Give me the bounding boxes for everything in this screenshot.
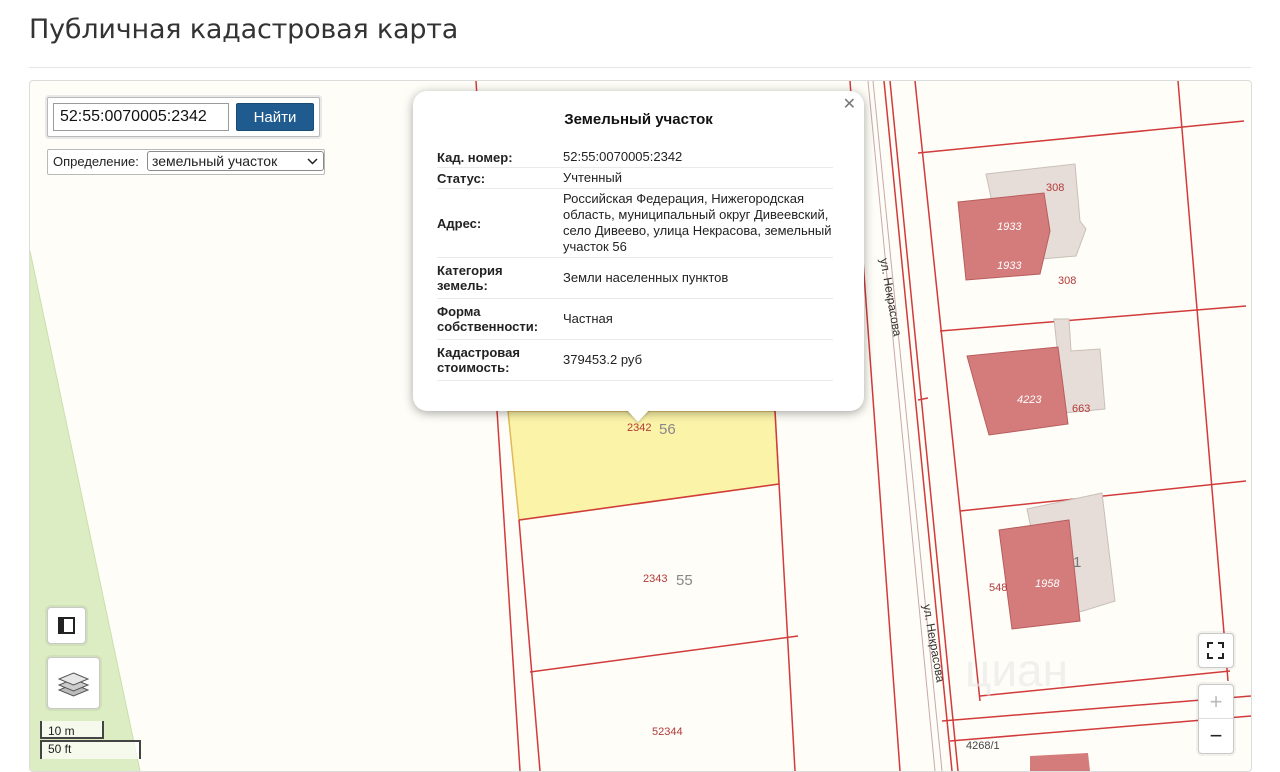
building-308-a: 308 bbox=[1046, 182, 1064, 194]
parcel-2342-code: 2342 bbox=[627, 422, 651, 434]
popup-title: Земельный участок bbox=[564, 111, 713, 128]
info-key: Уточненная bbox=[437, 380, 559, 395]
building-1: 1 bbox=[1073, 554, 1081, 571]
parcel-2343-number: 55 bbox=[676, 572, 693, 589]
fullscreen-icon bbox=[1207, 642, 1224, 664]
info-value: Земли населенных пунктов bbox=[559, 257, 833, 299]
parcel-2344-code: 52344 bbox=[652, 726, 683, 738]
table-row: Адрес: Российская Федерация, Нижегородск… bbox=[437, 188, 833, 258]
info-key: Форма собственности: bbox=[437, 298, 559, 340]
measure-button[interactable] bbox=[47, 607, 86, 644]
table-row: Статус: Учтенный bbox=[437, 167, 833, 189]
definition-panel: Определение: земельный участок bbox=[47, 149, 325, 175]
building-1958: 1958 bbox=[1035, 578, 1060, 590]
building-group-1958 bbox=[998, 492, 1116, 630]
popup-scroll-area[interactable]: Кад. номер: 52:55:0070005:2342 Статус: У… bbox=[437, 147, 833, 395]
fullscreen-button[interactable] bbox=[1198, 633, 1234, 668]
info-key: Кад. номер: bbox=[437, 147, 559, 168]
info-key: Кадастровая стоимость: bbox=[437, 339, 559, 381]
building-group-308 bbox=[957, 163, 1087, 281]
layers-icon bbox=[57, 670, 90, 703]
table-row: Кад. номер: 52:55:0070005:2342 bbox=[437, 147, 833, 168]
building-548: 548 bbox=[989, 582, 1007, 594]
definition-selected-value: земельный участок bbox=[152, 153, 278, 169]
zoom-control: + − bbox=[1198, 684, 1234, 754]
building-308-b: 308 bbox=[1058, 275, 1076, 287]
info-key: Категория земель: bbox=[437, 257, 559, 299]
table-row: Форма собственности: Частная bbox=[437, 298, 833, 340]
building-1933-a: 1933 bbox=[997, 221, 1022, 233]
find-button[interactable]: Найти bbox=[236, 103, 314, 131]
parcel-2343-code: 2343 bbox=[643, 573, 667, 585]
info-key: Статус: bbox=[437, 167, 559, 189]
title-divider bbox=[29, 67, 1251, 68]
map-container[interactable]: 2342 56 2343 55 52344 1933 1933 308 308 … bbox=[29, 80, 1252, 772]
info-value: 379453.2 руб bbox=[559, 339, 833, 381]
definition-select[interactable]: земельный участок bbox=[147, 151, 324, 171]
ruler-icon bbox=[57, 616, 76, 640]
street-label-1: ул. Некрасова bbox=[877, 257, 905, 338]
info-value: Российская Федерация, Нижегородская обла… bbox=[559, 188, 833, 258]
building-663: 663 bbox=[1072, 403, 1090, 415]
table-row: Кадастровая стоимость: 379453.2 руб bbox=[437, 339, 833, 381]
page-title: Публичная кадастровая карта bbox=[29, 14, 459, 45]
street-label-2: ул. Некрасова bbox=[920, 603, 948, 684]
definition-label: Определение: bbox=[53, 154, 139, 169]
table-row: Уточненная 800 кв.м bbox=[437, 380, 833, 395]
popup-pointer bbox=[626, 409, 650, 422]
building-1933-b: 1933 bbox=[997, 260, 1022, 272]
layers-button[interactable] bbox=[47, 657, 100, 709]
building-4223: 4223 bbox=[1017, 394, 1042, 406]
info-key: Адрес: bbox=[437, 188, 559, 258]
cadastral-search-input[interactable] bbox=[53, 103, 229, 131]
info-value: Частная bbox=[559, 298, 833, 340]
building-group-663 bbox=[966, 318, 1106, 436]
scale-imperial: 50 ft bbox=[40, 740, 141, 759]
parcel-info-table: Кад. номер: 52:55:0070005:2342 Статус: У… bbox=[437, 147, 833, 395]
search-panel: Найти bbox=[47, 97, 320, 137]
parcel-4268-1: 4268/1 bbox=[966, 740, 1000, 752]
parcel-info-popup: ✕ Земельный участок Кад. номер: 52:55:00… bbox=[413, 91, 864, 422]
zoom-out-button[interactable]: − bbox=[1199, 719, 1233, 753]
zoom-in-button[interactable]: + bbox=[1199, 685, 1233, 719]
table-row: Категория земель: Земли населенных пункт… bbox=[437, 257, 833, 299]
info-value: 52:55:0070005:2342 bbox=[559, 147, 833, 168]
info-value: Учтенный bbox=[559, 167, 833, 189]
chevron-down-icon bbox=[307, 152, 318, 176]
scale-metric: 10 m bbox=[40, 721, 104, 739]
watermark: циан bbox=[965, 644, 1068, 696]
info-value: 800 кв.м bbox=[559, 380, 833, 395]
parcel-2342-number: 56 bbox=[659, 421, 676, 438]
